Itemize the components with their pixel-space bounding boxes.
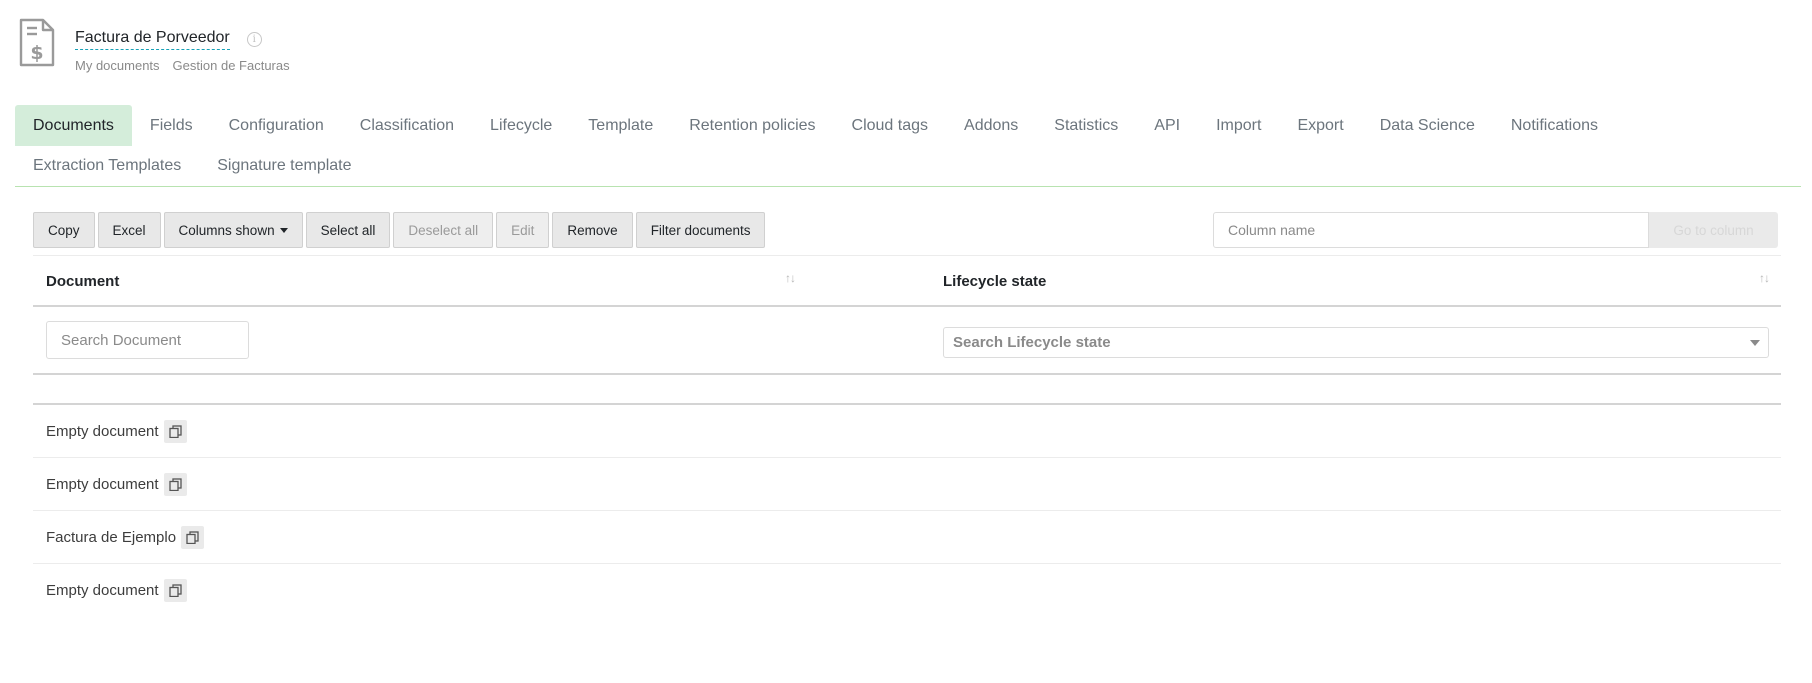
columns-shown-button[interactable]: Columns shown (163, 212, 303, 248)
filter-row: Search Lifecycle state (33, 307, 1781, 375)
breadcrumb-my-documents[interactable]: My documents (75, 58, 160, 73)
go-to-column-button[interactable]: Go to column (1649, 212, 1778, 248)
tab-documents[interactable]: Documents (15, 105, 132, 146)
search-document-input[interactable] (46, 321, 249, 359)
tab-addons[interactable]: Addons (946, 105, 1036, 146)
caret-down-icon (279, 227, 288, 233)
table-row[interactable]: Empty document (33, 458, 1781, 511)
table-header: Document ↑↓ Lifecycle state ↑↓ (33, 255, 1781, 307)
select-all-button[interactable]: Select all (305, 212, 391, 248)
document-type-title[interactable]: Factura de Porveedor (75, 28, 230, 50)
documents-table: Document ↑↓ Lifecycle state ↑↓ Search Li… (33, 255, 1781, 617)
document-name[interactable]: Empty document (46, 476, 159, 493)
column-header-document[interactable]: Document (46, 256, 119, 306)
copy-icon[interactable] (163, 472, 187, 496)
copy-icon[interactable] (163, 579, 187, 602)
document-name[interactable]: Factura de Ejemplo (46, 529, 176, 546)
page-header: $ Factura de Porveedor i My documents Ge… (18, 18, 618, 78)
invoice-document-icon: $ (19, 18, 55, 67)
table-spacer (33, 375, 1781, 405)
column-name-input[interactable] (1213, 212, 1649, 248)
tab-configuration[interactable]: Configuration (211, 105, 342, 146)
table-body: Empty document Empty document Factura de… (33, 405, 1781, 617)
tab-extraction-templates[interactable]: Extraction Templates (15, 145, 199, 186)
sort-icon[interactable]: ↑↓ (1759, 271, 1770, 285)
column-search-group: Go to column (1213, 212, 1778, 248)
document-name[interactable]: Empty document (46, 582, 159, 599)
sort-icon[interactable]: ↑↓ (785, 271, 796, 285)
table-row[interactable]: Empty document (33, 564, 1781, 617)
document-name[interactable]: Empty document (46, 423, 159, 440)
tab-bar: Documents Fields Configuration Classific… (15, 105, 1801, 187)
tab-notifications[interactable]: Notifications (1493, 105, 1616, 146)
breadcrumb: My documents Gestion de Facturas (75, 58, 290, 73)
tab-signature-template[interactable]: Signature template (199, 145, 369, 186)
tab-fields[interactable]: Fields (132, 105, 211, 146)
chevron-down-icon (1750, 340, 1760, 346)
deselect-all-button[interactable]: Deselect all (393, 212, 494, 248)
tab-statistics[interactable]: Statistics (1036, 105, 1136, 146)
remove-button[interactable]: Remove (552, 212, 633, 248)
column-header-lifecycle-state[interactable]: Lifecycle state (943, 256, 1046, 306)
tab-classification[interactable]: Classification (342, 105, 472, 146)
copy-icon[interactable] (181, 525, 205, 549)
columns-shown-label: Columns shown (178, 222, 275, 238)
edit-button[interactable]: Edit (496, 212, 550, 248)
info-icon[interactable]: i (246, 31, 262, 47)
tab-cloud-tags[interactable]: Cloud tags (834, 105, 947, 146)
search-lifecycle-select[interactable]: Search Lifecycle state (943, 327, 1769, 358)
table-row[interactable]: Empty document (33, 405, 1781, 458)
tab-template[interactable]: Template (570, 105, 671, 146)
excel-button[interactable]: Excel (97, 212, 161, 248)
tab-export[interactable]: Export (1279, 105, 1361, 146)
breadcrumb-gestion-facturas[interactable]: Gestion de Facturas (173, 58, 290, 73)
tab-retention-policies[interactable]: Retention policies (671, 105, 833, 146)
tab-api[interactable]: API (1136, 105, 1198, 146)
tab-data-science[interactable]: Data Science (1362, 105, 1493, 146)
filter-documents-button[interactable]: Filter documents (635, 212, 766, 248)
svg-text:$: $ (30, 42, 43, 64)
copy-icon[interactable] (163, 419, 187, 443)
table-toolbar: Copy Excel Columns shown Select all Dese… (33, 212, 766, 248)
table-row[interactable]: Factura de Ejemplo (33, 511, 1781, 564)
copy-button[interactable]: Copy (33, 212, 95, 248)
tab-lifecycle[interactable]: Lifecycle (472, 105, 570, 146)
tab-import[interactable]: Import (1198, 105, 1279, 146)
search-lifecycle-placeholder: Search Lifecycle state (953, 334, 1111, 351)
